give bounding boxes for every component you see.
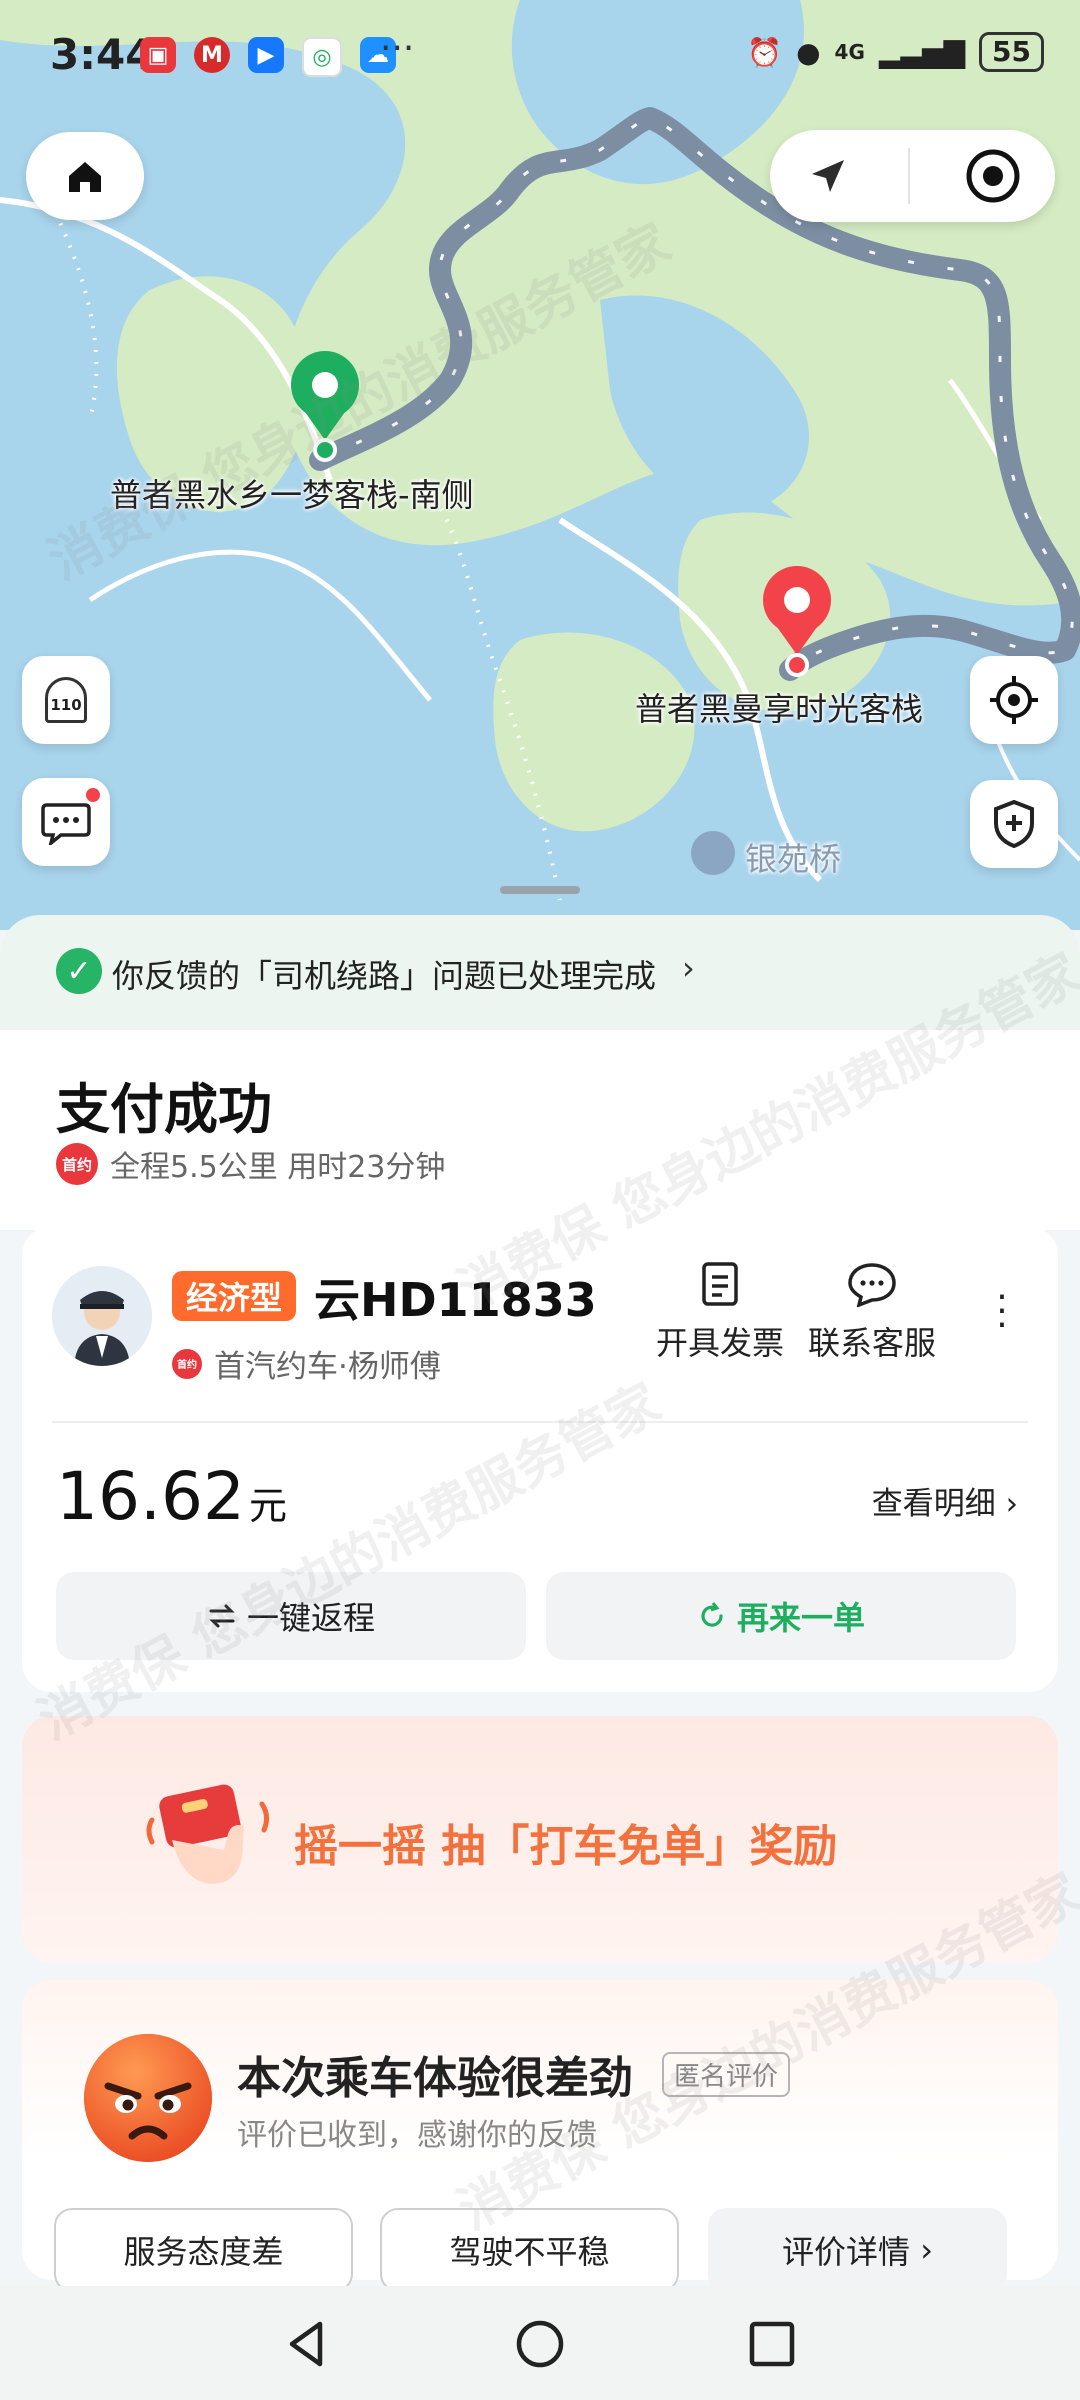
refresh-icon — [701, 1602, 723, 1627]
chevron-right-icon: › — [1005, 1486, 1018, 1522]
view-detail-label: 查看明细 — [871, 1486, 996, 1522]
angry-face-icon — [84, 2034, 212, 2162]
notification-icons: ▣ M ▶ ◎ ☁ — [140, 37, 396, 77]
rating-title: 本次乘车体验很差劲 — [237, 2053, 633, 2104]
company-badge: 首约 — [172, 1348, 202, 1379]
map-controls — [770, 130, 1055, 222]
system-icons: ⏰ ● 4G ▂▃▅▇ 55 — [747, 32, 1044, 72]
network-label: 4G — [834, 40, 865, 64]
locate-icon — [990, 676, 1038, 724]
shake-hand-icon — [146, 1784, 270, 1884]
rating-subtitle: 评价已收到，感谢你的反馈 — [237, 2118, 597, 2153]
driver-avatar-icon — [52, 1266, 152, 1366]
brand-badge: 首约 — [56, 1143, 98, 1185]
message-button[interactable] — [22, 778, 110, 866]
system-nav-bar — [0, 2286, 1080, 2400]
chat-bubble-icon — [848, 1263, 896, 1307]
driver-name: 首汽约车·杨师傅 — [214, 1349, 441, 1385]
return-trip-button[interactable]: 一键返程 — [56, 1572, 526, 1660]
invoice-label: 开具发票 — [655, 1324, 784, 1362]
target-icon[interactable] — [965, 148, 1021, 204]
price: 16.62 元 — [56, 1458, 287, 1535]
chevron-right-icon: › — [682, 949, 695, 987]
promo-text: 摇一摇 抽「打车免单」奖励 — [294, 1821, 838, 1872]
pickup-label: 普者黑水乡一梦客栈-南侧 — [110, 476, 474, 514]
trip-distance-time: 全程5.5公里 用时23分钟 — [110, 1150, 446, 1185]
customer-service-label: 联系客服 — [807, 1324, 936, 1362]
more-notifications-icon: ··· — [380, 28, 415, 69]
reorder-label: 再来一单 — [736, 1599, 865, 1637]
invoice-icon — [702, 1262, 738, 1306]
shake-promo-banner[interactable]: 摇一摇 抽「打车免单」奖励 — [22, 1716, 1058, 1962]
invoice-button[interactable]: 开具发票 — [645, 1256, 795, 1364]
recent-apps-icon[interactable] — [742, 2314, 802, 2374]
police-110-icon: 110 — [45, 677, 87, 723]
shop-app-icon: ▣ — [140, 37, 176, 73]
battery-level: 55 — [979, 32, 1044, 72]
app-icon: ▶ — [248, 37, 284, 73]
unread-dot — [86, 788, 100, 802]
alarm-icon: ⏰ — [747, 35, 783, 69]
police-button[interactable]: 110 — [22, 656, 110, 744]
notice-text: 你反馈的「司机绕路」问题已处理完成 — [112, 957, 657, 995]
price-unit: 元 — [248, 1484, 287, 1528]
price-amount: 16.62 — [56, 1458, 245, 1535]
check-icon: ✓ — [56, 948, 102, 994]
dropoff-label: 普者黑曼享时光客栈 — [635, 690, 924, 728]
view-detail-link[interactable]: 查看明细 › — [872, 1478, 1018, 1523]
trip-summary-line: 首约 全程5.5公里 用时23分钟 — [56, 1142, 445, 1186]
customer-service-button[interactable]: 联系客服 — [797, 1256, 947, 1364]
more-options-icon[interactable]: · · · — [992, 1280, 1012, 1344]
rating-detail-button[interactable]: 评价详情 › — [708, 2208, 1007, 2292]
signal-icon: ▂▃▅▇ — [878, 35, 966, 69]
chevron-right-icon: › — [920, 2231, 933, 2269]
metro-app-icon: M — [194, 37, 230, 73]
license-plate: 云HD11833 — [314, 1273, 597, 1327]
feedback-notice[interactable]: ✓ 你反馈的「司机绕路」问题已处理完成 › — [0, 915, 1080, 1030]
location-icon: ● — [796, 35, 821, 69]
home-icon — [69, 162, 101, 192]
rating-card: 本次乘车体验很差劲 匿名评价 评价已收到，感谢你的反馈 服务态度差 驾驶不平稳 … — [22, 1980, 1058, 2292]
landmark-label: 银苑桥 — [745, 840, 842, 878]
back-icon[interactable] — [278, 2314, 338, 2374]
card-divider — [52, 1421, 1028, 1423]
rating-chip[interactable]: 服务态度差 — [54, 2208, 353, 2292]
safety-button[interactable] — [970, 780, 1058, 868]
map-view[interactable]: 普者黑水乡一梦客栈-南侧 普者黑曼享时光客栈 银苑桥 3:44 ▣ M ▶ ◎ … — [0, 0, 1080, 930]
locate-button[interactable] — [970, 656, 1058, 744]
rating-detail-label: 评价详情 — [782, 2233, 911, 2271]
driver-info: 首约 首汽约车·杨师傅 — [172, 1341, 441, 1386]
chat-app-icon: ◎ — [302, 37, 342, 77]
order-card: 经济型 云HD11833 首约 首汽约车·杨师傅 开具发票 联系客服 · · · 1… — [22, 1226, 1058, 1692]
page-title: 支付成功 — [56, 1078, 272, 1141]
sheet-handle[interactable] — [500, 886, 580, 894]
anonymous-tag: 匿名评价 — [662, 2052, 791, 2097]
rating-chip[interactable]: 驾驶不平稳 — [380, 2208, 679, 2292]
reorder-button[interactable]: 再来一单 — [546, 1572, 1016, 1660]
shield-icon — [994, 799, 1034, 849]
return-trip-label: 一键返程 — [246, 1599, 375, 1637]
controls-divider — [907, 148, 910, 204]
navigation-icon[interactable] — [804, 152, 852, 200]
car-type-tag: 经济型 — [172, 1271, 297, 1321]
home-nav-icon[interactable] — [510, 2314, 570, 2374]
message-icon — [41, 803, 91, 845]
swap-icon — [209, 1604, 235, 1628]
status-time: 3:44 — [50, 30, 155, 79]
status-bar: 3:44 ▣ M ▶ ◎ ☁ ··· ⏰ ● 4G ▂▃▅▇ 55 — [0, 0, 1080, 110]
home-button[interactable] — [26, 132, 144, 220]
driver-avatar — [52, 1266, 152, 1366]
